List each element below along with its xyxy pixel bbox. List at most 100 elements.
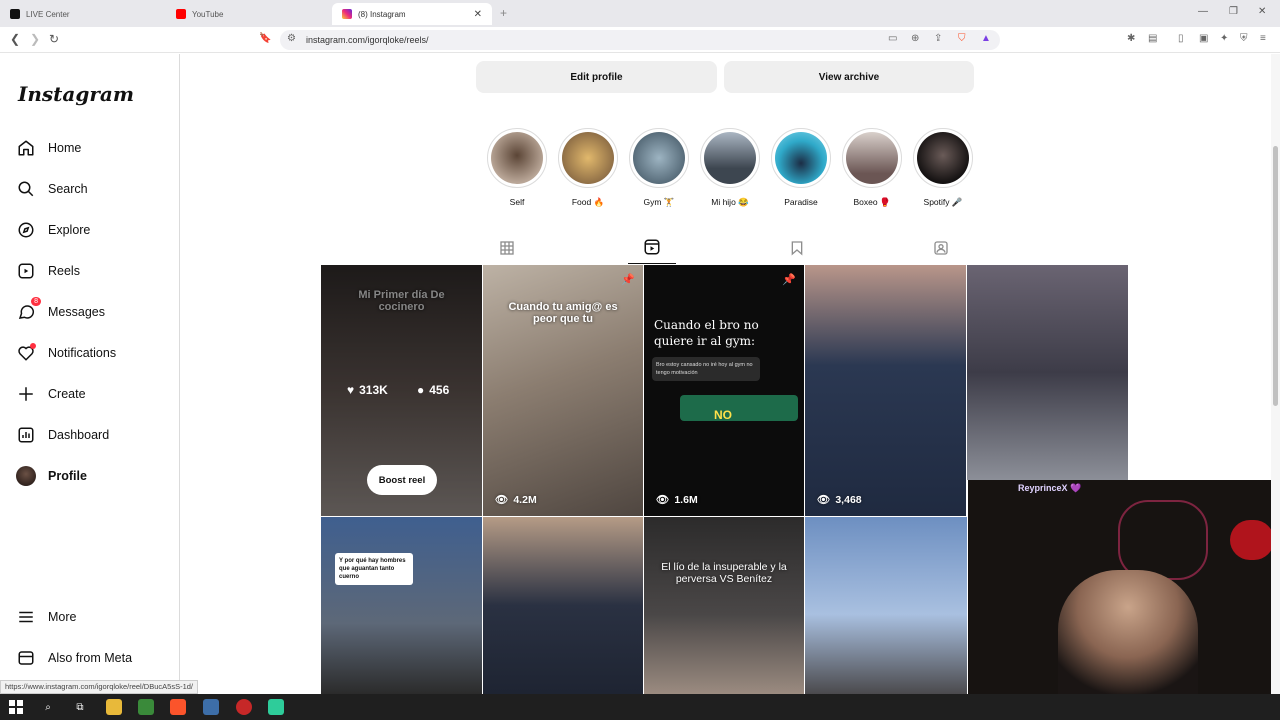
browser-tab-youtube[interactable]: YouTube [166, 3, 332, 25]
highlight-label: Boxeo 🥊 [853, 197, 891, 207]
brave-rewards-icon[interactable]: ▲ [981, 33, 991, 44]
url-text: instagram.com/igorqloke/reels/ [306, 35, 429, 45]
windows-start-icon[interactable] [8, 699, 24, 715]
file-explorer-icon[interactable] [106, 699, 122, 715]
reel-caption: Cuando tu amig@ es peor que tu [508, 301, 618, 325]
app-icon[interactable] [236, 699, 252, 715]
sidebar-item-notifications[interactable]: Notifications [16, 341, 116, 365]
views-value: 4.2M [513, 493, 537, 506]
menu-icon [16, 607, 36, 627]
brave-icon[interactable] [170, 699, 186, 715]
search-icon[interactable]: ⌕ [40, 699, 56, 715]
leo-icon[interactable]: ✦ [1220, 33, 1228, 44]
tab-reels[interactable] [628, 236, 676, 264]
messenger-icon: 8 [16, 297, 41, 322]
home-icon [16, 138, 36, 158]
edit-profile-button[interactable]: Edit profile [476, 61, 717, 93]
reel-tile[interactable]: 👁 3,468 [805, 265, 966, 516]
highlight-mi-hijo[interactable]: Mi hijo 😂 [700, 128, 760, 208]
wallet-icon[interactable]: ▣ [1199, 33, 1208, 44]
reel-tile[interactable]: Mi Primer día De cocinero ♥ 313K ● 456 B… [321, 265, 482, 516]
sidebar-toggle-icon[interactable]: ▤ [1148, 33, 1157, 44]
reel-tile[interactable] [483, 517, 643, 694]
app-icon[interactable] [268, 699, 284, 715]
site-info-icon[interactable]: ⚙ [287, 33, 296, 44]
page-scrollbar[interactable] [1271, 54, 1280, 694]
sidebar-item-messages[interactable]: 8 Messages [16, 297, 105, 324]
highlight-spotify[interactable]: Spotify 🎤 [913, 128, 973, 208]
zoom-icon[interactable]: ⊕ [911, 33, 919, 44]
app-icon[interactable] [138, 699, 154, 715]
highlight-self[interactable]: Self [487, 128, 547, 207]
reload-icon[interactable]: ↻ [49, 32, 59, 46]
tiktok-icon [10, 9, 20, 19]
search-icon [16, 179, 36, 199]
brave-shield-icon[interactable]: ⛉ [958, 33, 966, 44]
sidebar-item-create[interactable]: Create [16, 382, 86, 406]
view-count: 👁 1.6M [656, 493, 698, 507]
sidebar-item-search[interactable]: Search [16, 177, 88, 201]
highlight-paradise[interactable]: Paradise [771, 128, 831, 207]
vpn-icon[interactable]: ⛨ [1240, 33, 1248, 44]
neon-sign [1118, 500, 1208, 580]
browser-tab-instagram[interactable]: (8) Instagram ✕ [332, 3, 492, 25]
app-icon[interactable] [203, 699, 219, 715]
webcam-overlay: ReyprinceX 💜 [968, 480, 1280, 694]
highlight-gym[interactable]: Gym 🏋 [629, 128, 689, 208]
browser-tabbar: LIVE Center YouTube (8) Instagram ✕ + — … [0, 0, 1280, 27]
sidebar-item-label: Create [48, 387, 86, 401]
highlight-food[interactable]: Food 🔥 [558, 128, 618, 208]
reel-tile[interactable]: Y por qué hay hombres que aguantan tanto… [321, 517, 482, 694]
sidebar-item-reels[interactable]: Reels [16, 259, 80, 283]
back-icon[interactable]: ❮ [10, 32, 20, 46]
reel-tile[interactable] [967, 265, 1128, 480]
highlight-label: Self [509, 197, 525, 207]
minimize-button[interactable]: — [1198, 6, 1208, 17]
heart-icon [16, 343, 36, 363]
heart-icon: ♥ [347, 383, 355, 397]
address-bar: ❮ ❯ ↻ 🔖 instagram.com/igorqloke/reels/ ⚙… [0, 27, 1280, 53]
dashboard-icon [16, 425, 36, 445]
highlight-label: Paradise [784, 197, 818, 207]
task-view-icon[interactable]: ⧉ [72, 699, 88, 715]
cast-icon[interactable]: ▭ [888, 33, 897, 44]
new-tab-button[interactable]: + [500, 6, 507, 20]
sidebar-item-profile[interactable]: Profile [16, 464, 87, 488]
bookmark-icon[interactable]: 🔖 [259, 33, 271, 44]
highlight-boxeo[interactable]: Boxeo 🥊 [842, 128, 902, 208]
close-icon[interactable]: ✕ [474, 9, 482, 20]
sidebar-item-home[interactable]: Home [16, 136, 81, 160]
browser-tab-live-center[interactable]: LIVE Center [0, 3, 166, 25]
grid-icon [499, 240, 515, 261]
sidebar-item-also-from-meta[interactable]: Also from Meta [16, 646, 132, 670]
boost-reel-button[interactable]: Boost reel [367, 465, 437, 495]
extensions-icon[interactable]: ✱ [1127, 33, 1135, 44]
views-value: 1.6M [674, 493, 698, 506]
sidebar-item-more[interactable]: More [16, 605, 76, 629]
meta-icon [16, 648, 36, 668]
tab-posts[interactable] [492, 236, 522, 264]
comments-count: 456 [429, 383, 450, 397]
highlight-label: Gym 🏋 [643, 197, 675, 207]
tab-tagged[interactable] [926, 236, 956, 264]
reel-tile[interactable]: 📌 Cuando el bro no quiere ir al gym: Bro… [644, 265, 804, 516]
reel-tile[interactable]: El lío de la insuperable y la perversa V… [644, 517, 804, 694]
eye-icon: 👁 [817, 494, 831, 506]
share-icon[interactable]: ⇪ [934, 33, 942, 44]
view-archive-button[interactable]: View archive [724, 61, 974, 93]
restore-button[interactable]: ❐ [1229, 6, 1238, 17]
voice-message: NO [680, 395, 798, 422]
close-window-button[interactable]: ✕ [1258, 6, 1266, 17]
scroll-thumb[interactable] [1273, 146, 1278, 406]
sidebar-item-explore[interactable]: Explore [16, 218, 90, 242]
sidebar-item-dashboard[interactable]: Dashboard [16, 423, 109, 447]
panel-icon[interactable]: ▯ [1178, 33, 1184, 44]
status-url: https://www.instagram.com/igorqloke/reel… [0, 680, 198, 694]
instagram-logo[interactable]: Instagram [18, 82, 134, 106]
tab-saved[interactable] [782, 236, 812, 264]
forward-icon[interactable]: ❯ [30, 32, 40, 46]
reel-tile[interactable] [805, 517, 967, 694]
reel-tile[interactable]: 📌 Cuando tu amig@ es peor que tu 👁 4.2M [483, 265, 643, 516]
red-decor [1230, 520, 1274, 560]
menu-icon[interactable]: ≡ [1260, 33, 1266, 44]
